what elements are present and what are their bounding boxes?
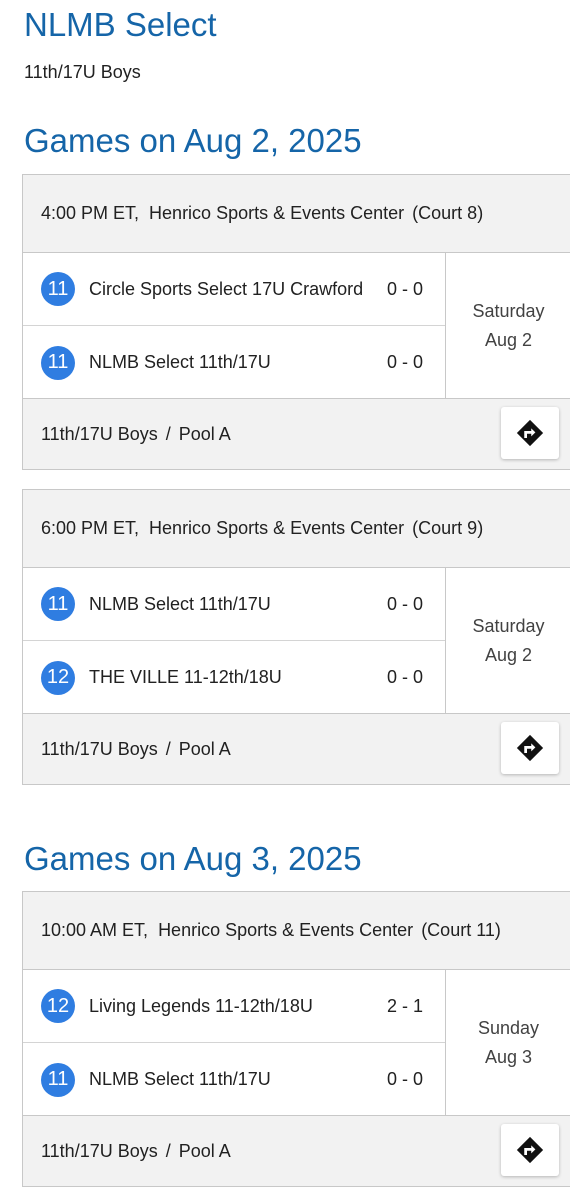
game-footer: 11th/17U Boys / Pool A <box>23 399 570 469</box>
game-card: 4:00 PM ET, Henrico Sports & Events Cent… <box>22 174 570 470</box>
game-weekday: Saturday <box>472 616 545 636</box>
game-division[interactable]: 11th/17U Boys <box>41 1141 158 1162</box>
game-court: (Court 8) <box>412 203 484 223</box>
game-day: Aug 2 <box>484 645 533 665</box>
separator: / <box>165 738 171 759</box>
grade-badge: 12 <box>41 989 75 1023</box>
team-row[interactable]: 12 Living Legends 11-12th/18U 2 - 1 <box>23 970 445 1043</box>
separator: / <box>165 423 171 444</box>
team-score: 0 - 0 <box>387 352 424 372</box>
game-time: 4:00 PM ET, <box>41 203 140 223</box>
game-time: 10:00 AM ET, <box>41 920 149 940</box>
grade-badge: 11 <box>41 272 75 306</box>
team-score: 2 - 1 <box>387 995 424 1016</box>
game-header: 4:00 PM ET, Henrico Sports & Events Cent… <box>23 175 570 253</box>
team-division: 11th/17U Boys <box>24 62 141 82</box>
team-score: 0 - 0 <box>387 667 424 687</box>
game-court: (Court 9) <box>412 518 484 538</box>
game-court: (Court 11) <box>421 920 501 940</box>
directions-icon <box>516 419 544 447</box>
directions-icon <box>516 1136 544 1164</box>
game-date: Saturday Aug 2 <box>445 568 570 714</box>
team-name[interactable]: NLMB Select 11th/17U <box>89 1069 369 1090</box>
game-footer: 11th/17U Boys / Pool A <box>23 714 570 784</box>
game-venue[interactable]: Henrico Sports & Events Center <box>149 518 404 539</box>
grade-badge: 12 <box>41 660 75 695</box>
team-score: 0 - 0 <box>387 1069 424 1089</box>
game-header: 10:00 AM ET, Henrico Sports & Events Cen… <box>23 892 570 970</box>
team-title: NLMB Select <box>24 6 217 43</box>
matchup: 12 Living Legends 11-12th/18U 2 - 1 11 N… <box>23 970 570 1116</box>
game-weekday: Saturday <box>472 301 545 321</box>
game-pool[interactable]: Pool A <box>179 1141 231 1162</box>
game-venue[interactable]: Henrico Sports & Events Center <box>149 203 404 224</box>
game-header: 6:00 PM ET, Henrico Sports & Events Cent… <box>23 490 570 568</box>
team-score: 0 - 0 <box>387 593 424 614</box>
team-score: 0 - 0 <box>387 278 424 299</box>
matchup: 11 Circle Sports Select 17U Crawford 0 -… <box>23 253 570 399</box>
separator: / <box>165 1140 171 1161</box>
game-division[interactable]: 11th/17U Boys <box>41 424 158 445</box>
team-name[interactable]: Living Legends 11-12th/18U <box>89 996 369 1017</box>
game-pool[interactable]: Pool A <box>179 739 231 760</box>
game-date: Saturday Aug 2 <box>445 253 570 399</box>
matchup: 11 NLMB Select 11th/17U 0 - 0 12 THE VIL… <box>23 568 570 714</box>
team-name[interactable]: Circle Sports Select 17U Crawford <box>89 279 369 300</box>
game-date: Sunday Aug 3 <box>445 970 570 1116</box>
game-time: 6:00 PM ET, <box>41 518 140 538</box>
game-card: 6:00 PM ET, Henrico Sports & Events Cent… <box>22 489 570 785</box>
grade-badge: 11 <box>41 587 75 621</box>
directions-button[interactable] <box>501 722 559 774</box>
team-name[interactable]: NLMB Select 11th/17U <box>89 594 369 615</box>
game-footer: 11th/17U Boys / Pool A <box>23 1116 570 1186</box>
game-weekday: Sunday <box>477 1018 540 1038</box>
date-heading: Games on Aug 2, 2025 <box>24 122 362 159</box>
team-row[interactable]: 11 NLMB Select 11th/17U 0 - 0 <box>23 326 445 399</box>
game-day: Aug 2 <box>484 330 533 350</box>
team-row[interactable]: 11 NLMB Select 11th/17U 0 - 0 <box>23 568 445 641</box>
directions-button[interactable] <box>501 407 559 459</box>
game-division[interactable]: 11th/17U Boys <box>41 739 158 760</box>
team-row[interactable]: 11 NLMB Select 11th/17U 0 - 0 <box>23 1043 445 1116</box>
team-row[interactable]: 12 THE VILLE 11-12th/18U 0 - 0 <box>23 641 445 714</box>
game-pool[interactable]: Pool A <box>179 424 231 445</box>
game-venue[interactable]: Henrico Sports & Events Center <box>158 920 413 941</box>
team-name[interactable]: NLMB Select 11th/17U <box>89 352 369 373</box>
team-row[interactable]: 11 Circle Sports Select 17U Crawford 0 -… <box>23 253 445 326</box>
grade-badge: 11 <box>41 1062 75 1097</box>
game-day: Aug 3 <box>484 1047 533 1067</box>
game-card: 10:00 AM ET, Henrico Sports & Events Cen… <box>22 891 570 1187</box>
date-heading: Games on Aug 3, 2025 <box>24 840 362 877</box>
grade-badge: 11 <box>41 345 75 380</box>
team-name[interactable]: THE VILLE 11-12th/18U <box>89 667 369 688</box>
directions-button[interactable] <box>501 1124 559 1176</box>
directions-icon <box>516 734 544 762</box>
